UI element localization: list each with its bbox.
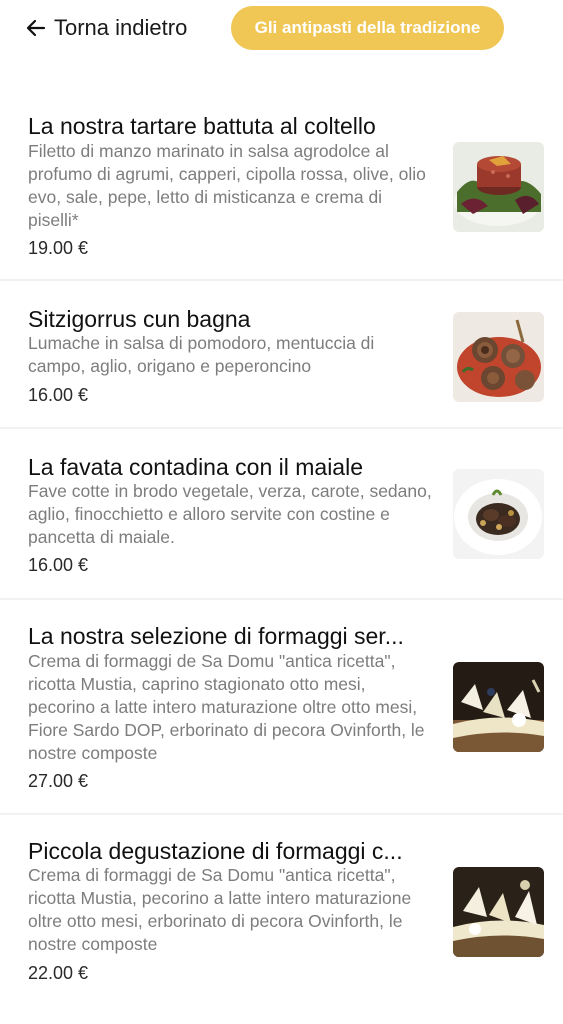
item-title: La nostra tartare battuta al coltello — [28, 113, 376, 139]
category-pill[interactable]: Gli antipasti della tradizione — [231, 6, 504, 50]
favata-photo — [453, 469, 544, 559]
item-description: Crema di formaggi de Sa Domu "antica ric… — [28, 651, 425, 763]
top-bar: Torna indietro Gli antipasti della tradi… — [0, 0, 563, 56]
item-title: Sitzigorrus cun bagna — [28, 306, 251, 332]
arrow-left-icon — [24, 16, 48, 40]
cheese-tasting-photo — [453, 867, 544, 957]
menu-item[interactable]: La nostra tartare battuta al coltello Fi… — [0, 100, 563, 281]
item-description: Fave cotte in brodo vegetale, verza, car… — [28, 481, 432, 547]
back-label: Torna indietro — [54, 15, 188, 40]
cheese-selection-photo — [453, 662, 544, 752]
item-price: 19.00 € — [28, 238, 89, 258]
menu-item[interactable]: La nostra selezione di formaggi ser... C… — [0, 600, 563, 815]
item-description: Crema di formaggi de Sa Domu "antica ric… — [28, 865, 412, 954]
menu-item[interactable]: Piccola degustazione di formaggi c... Cr… — [0, 815, 563, 1024]
item-price: 16.00 € — [28, 385, 89, 405]
back-button[interactable]: Torna indietro — [24, 10, 187, 46]
snails-photo — [453, 312, 544, 402]
item-title: La nostra selezione di formaggi ser... — [28, 623, 404, 649]
tartare-photo — [453, 142, 544, 232]
item-description: Filetto di manzo marinato in salsa agrod… — [28, 141, 426, 230]
menu-item[interactable]: Sitzigorrus cun bagna Lumache in salsa d… — [0, 281, 563, 429]
item-price: 27.00 € — [28, 771, 89, 791]
item-price: 22.00 € — [28, 963, 89, 983]
item-title: La favata contadina con il maiale — [28, 454, 363, 480]
item-price: 16.00 € — [28, 555, 89, 575]
item-description: Lumache in salsa di pomodoro, mentuccia … — [28, 333, 375, 376]
menu-item[interactable]: La favata contadina con il maiale Fave c… — [0, 429, 563, 600]
item-title: Piccola degustazione di formaggi c... — [28, 838, 403, 864]
